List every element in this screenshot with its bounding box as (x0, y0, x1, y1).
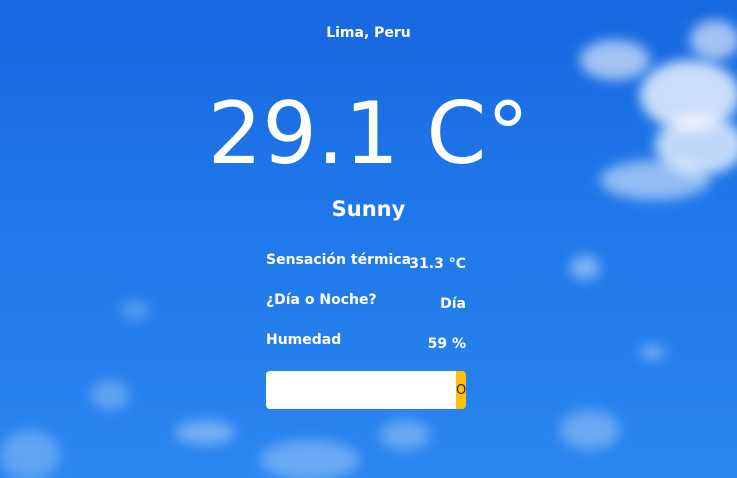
search-button[interactable]: O (456, 371, 467, 409)
feels-like-label: Sensación térmica (266, 252, 412, 268)
detail-row-day-night: ¿Día o Noche? Día (266, 292, 466, 312)
condition-label: Sunny (331, 197, 406, 221)
day-night-label: ¿Día o Noche? (266, 292, 377, 308)
location-label: Lima, Peru (326, 25, 411, 41)
detail-row-feels-like: Sensación térmica 31.3 °C (266, 252, 466, 272)
detail-row-humidity: Humedad 59 % (266, 332, 466, 352)
temperature-display: 29.1 C° (207, 84, 530, 184)
city-search: O (266, 371, 467, 409)
weather-app: Lima, Peru 29.1 C° Sunny Sensación térmi… (0, 0, 737, 478)
humidity-label: Humedad (266, 332, 342, 348)
feels-like-value: 31.3 °C (409, 256, 466, 272)
city-search-input[interactable] (266, 371, 456, 409)
day-night-value: Día (440, 296, 466, 312)
weather-details: Sensación térmica 31.3 °C ¿Día o Noche? … (266, 252, 466, 372)
humidity-value: 59 % (427, 336, 466, 352)
